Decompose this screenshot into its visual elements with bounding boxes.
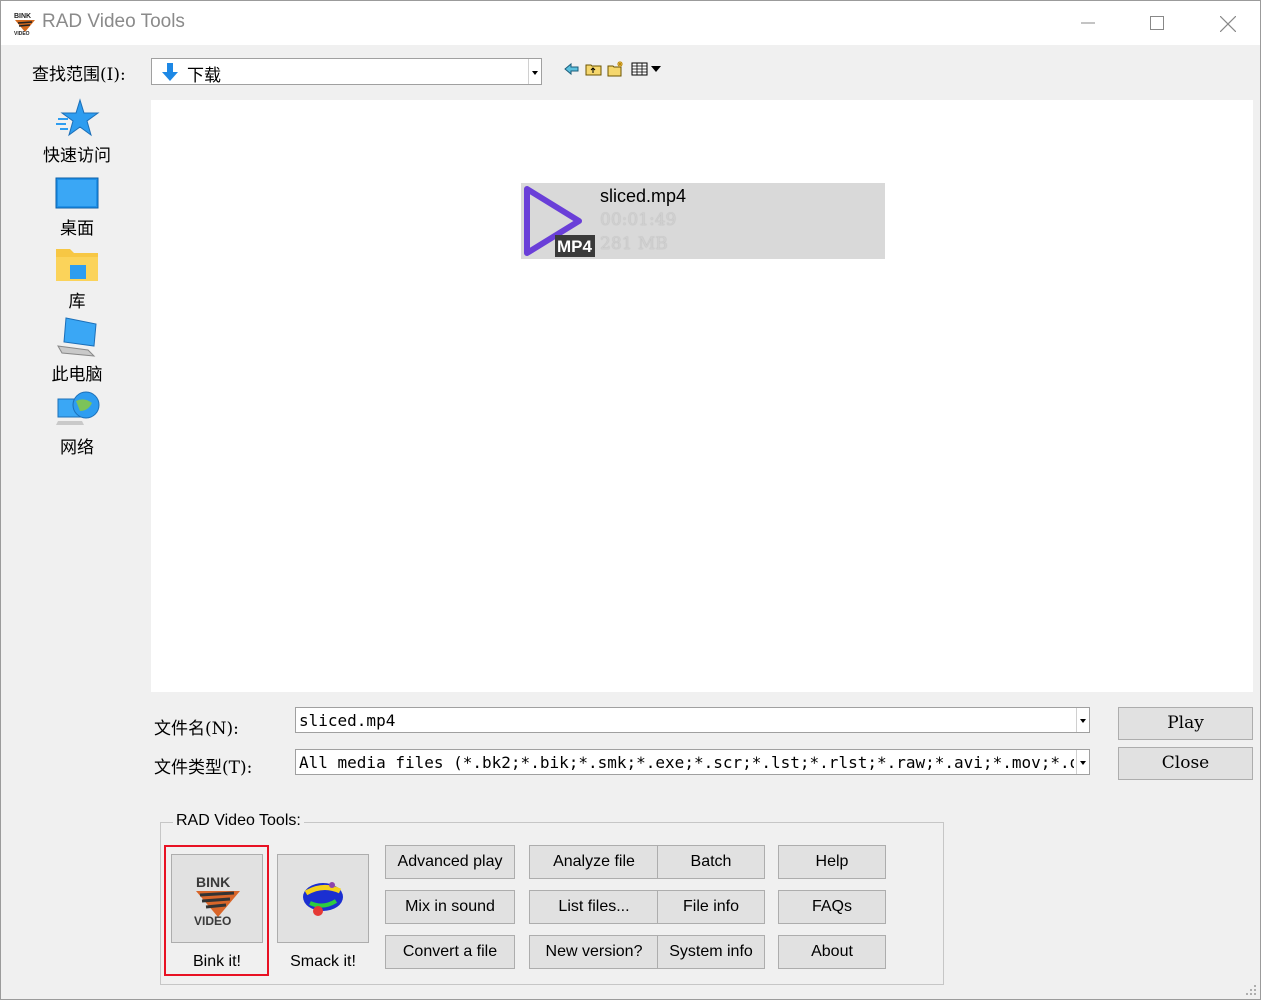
place-library[interactable]: 库	[29, 243, 125, 313]
analyze-file-button[interactable]: Analyze file	[529, 845, 659, 879]
view-menu-icon[interactable]	[631, 61, 663, 77]
new-folder-icon[interactable]	[607, 61, 625, 77]
bink-app-icon: BINK VIDEO	[14, 13, 35, 36]
lookin-combo[interactable]: 下载	[151, 58, 542, 86]
play-button[interactable]: Play	[1118, 707, 1253, 740]
smack-it-label: Smack it!	[290, 953, 356, 970]
place-label: 快速访问	[43, 146, 111, 166]
resize-grip-icon[interactable]	[1245, 984, 1257, 996]
filetype-label: 文件类型(T):	[154, 758, 253, 778]
system-info-button[interactable]: System info	[657, 935, 765, 969]
place-label: 桌面	[60, 219, 94, 239]
file-name: sliced.mp4	[600, 186, 687, 206]
file-item-sliced-mp4[interactable]: MP4 sliced.mp4 00:01:49 281 MB	[521, 183, 885, 259]
maximize-icon	[1150, 16, 1164, 30]
maximize-button[interactable]	[1122, 1, 1192, 45]
smacker-logo-icon	[303, 882, 343, 916]
place-desktop[interactable]: 桌面	[29, 170, 125, 240]
place-label: 网络	[60, 438, 94, 458]
place-quick-access[interactable]: 快速访问	[29, 97, 125, 167]
minimize-button[interactable]	[1053, 1, 1123, 45]
filetype-value: All media files (*.bk2;*.bik;*.smk;*.exe…	[299, 753, 1074, 772]
desktop-icon	[55, 177, 99, 209]
close-window-button[interactable]	[1192, 1, 1261, 45]
network-icon	[56, 391, 100, 425]
new-version-button[interactable]: New version?	[529, 935, 659, 969]
filetype-combo[interactable]: All media files (*.bk2;*.bik;*.smk;*.exe…	[295, 749, 1090, 775]
close-icon	[1220, 16, 1236, 32]
close-button[interactable]: Close	[1118, 747, 1253, 780]
lookin-label: 查找范围(I):	[32, 65, 126, 85]
mix-in-sound-button[interactable]: Mix in sound	[385, 890, 515, 924]
library-folder-icon	[56, 249, 98, 281]
file-list-pane[interactable]: MP4 sliced.mp4 00:01:49 281 MB	[151, 100, 1253, 692]
filename-label: 文件名(N):	[154, 719, 239, 739]
filename-dropdown-arrow[interactable]	[1076, 708, 1089, 732]
back-arrow-icon[interactable]	[563, 61, 581, 77]
title-bar[interactable]: BINK VIDEO RAD Video Tools	[1, 1, 1260, 45]
download-arrow-icon	[162, 63, 178, 81]
rad-tools-group-label: RAD Video Tools:	[173, 812, 304, 830]
advanced-play-button[interactable]: Advanced play	[385, 845, 515, 879]
lookin-value: 下载	[187, 66, 221, 86]
batch-button[interactable]: Batch	[657, 845, 765, 879]
filename-input[interactable]: sliced.mp4	[299, 711, 1074, 730]
faqs-button[interactable]: FAQs	[778, 890, 886, 924]
this-pc-icon	[57, 317, 97, 357]
filename-combo[interactable]: sliced.mp4	[295, 707, 1090, 733]
quick-access-star-icon	[56, 98, 100, 137]
lookin-dropdown-arrow[interactable]	[528, 59, 541, 84]
window-title: RAD Video Tools	[42, 11, 185, 32]
help-button[interactable]: Help	[778, 845, 886, 879]
file-size: 281 MB	[600, 234, 668, 254]
svg-text:VIDEO: VIDEO	[14, 31, 30, 36]
up-folder-icon[interactable]	[585, 61, 603, 77]
rad-video-tools-window: BINK VIDEO RAD Video Tools 查找范围(I): 下载 快…	[0, 0, 1261, 1000]
file-info-button[interactable]: File info	[657, 890, 765, 924]
smack-it-button[interactable]	[277, 854, 369, 943]
list-files-button[interactable]: List files...	[529, 890, 659, 924]
about-button[interactable]: About	[778, 935, 886, 969]
place-label: 库	[68, 292, 86, 312]
mp4-badge: MP4	[557, 237, 592, 256]
place-network[interactable]: 网络	[29, 389, 125, 459]
bink-it-highlight-box	[164, 845, 269, 976]
place-label: 此电脑	[51, 365, 103, 385]
minimize-icon	[1081, 22, 1095, 24]
filetype-dropdown-arrow[interactable]	[1076, 750, 1089, 774]
convert-file-button[interactable]: Convert a file	[385, 935, 515, 969]
place-this-pc[interactable]: 此电脑	[29, 316, 125, 386]
file-duration: 00:01:49	[600, 210, 677, 230]
svg-text:BINK: BINK	[14, 13, 31, 20]
